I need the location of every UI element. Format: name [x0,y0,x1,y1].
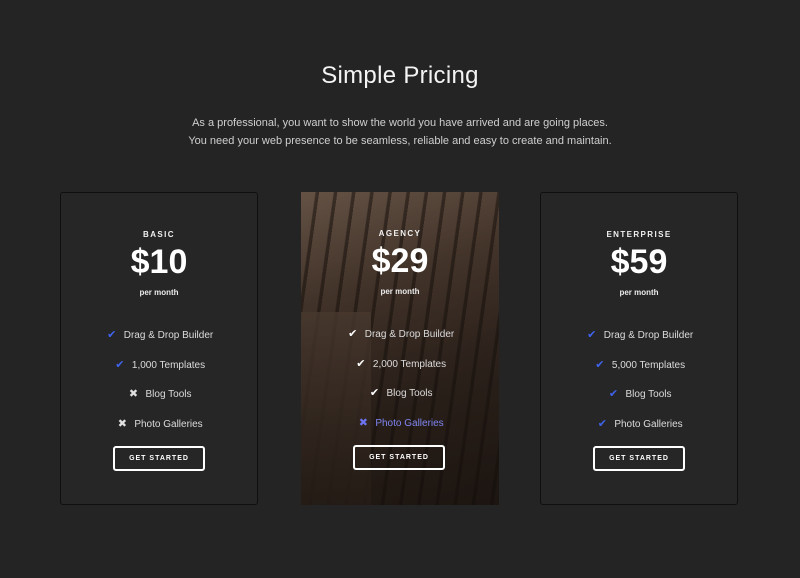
plan-price: $59 [610,243,668,281]
check-icon: ✔ [107,329,117,342]
check-icon: ✔ [356,357,366,370]
pricing-card-basic: BASIC $10 per month ✔ Drag & Drop Builde… [60,192,258,505]
feature-item: ✔ Blog Tools [301,379,499,409]
cross-icon: ✖ [358,416,368,429]
subtitle-line-2: You need your web presence to be seamles… [188,135,612,147]
feature-item: ✔ Drag & Drop Builder [61,321,257,351]
feature-list: ✔ Drag & Drop Builder ✔ 5,000 Templates … [541,321,737,439]
feature-item: ✖ Photo Galleries [301,409,499,439]
feature-label: Photo Galleries [614,418,683,430]
get-started-button-basic[interactable]: GET STARTED [113,446,205,471]
plan-period: per month [619,288,659,297]
check-icon: ✔ [348,328,358,341]
plan-price: $10 [130,243,188,281]
check-icon: ✔ [587,329,597,342]
feature-item: ✔ 1,000 Templates [61,351,257,381]
plan-name: ENTERPRISE [606,230,672,239]
plan-name: AGENCY [378,229,422,238]
check-icon: ✔ [608,388,619,401]
feature-list: ✔ Drag & Drop Builder ✔ 1,000 Templates … [61,321,257,439]
feature-list: ✔ Drag & Drop Builder ✔ 2,000 Templates … [301,320,499,438]
feature-label: 2,000 Templates [372,358,447,370]
feature-label: Drag & Drop Builder [603,330,694,342]
feature-label: Blog Tools [625,389,672,401]
check-icon: ✔ [597,417,607,430]
page-title: Simple Pricing [321,62,479,89]
get-started-button-enterprise[interactable]: GET STARTED [593,446,685,471]
cross-icon: ✖ [128,388,139,401]
plan-price: $29 [371,242,429,280]
feature-label: Photo Galleries [375,417,444,429]
feature-item: ✔ Blog Tools [541,380,737,410]
feature-item: ✖ Photo Galleries [61,410,257,440]
feature-label: 1,000 Templates [131,359,206,371]
plan-name: BASIC [143,230,175,239]
feature-item: ✔ 2,000 Templates [301,350,499,380]
feature-label: Blog Tools [386,388,433,400]
get-started-button-agency[interactable]: GET STARTED [353,445,445,470]
feature-item: ✔ Drag & Drop Builder [301,320,499,350]
feature-label: Blog Tools [145,389,192,401]
feature-label: Drag & Drop Builder [123,330,214,342]
feature-label: Photo Galleries [134,418,203,430]
feature-item: ✔ Photo Galleries [541,410,737,440]
plan-period: per month [380,287,420,296]
feature-label: 5,000 Templates [611,359,686,371]
feature-item: ✔ Drag & Drop Builder [541,321,737,351]
pricing-card-agency: AGENCY $29 per month ✔ Drag & Drop Build… [301,192,499,505]
pricing-card-enterprise: ENTERPRISE $59 per month ✔ Drag & Drop B… [540,192,738,505]
plan-period: per month [139,288,179,297]
check-icon: ✔ [595,358,605,371]
check-icon: ✔ [115,358,125,371]
subtitle-line-1: As a professional, you want to show the … [192,117,608,129]
feature-item: ✖ Blog Tools [61,380,257,410]
page-subtitle: As a professional, you want to show the … [0,114,800,150]
feature-item: ✔ 5,000 Templates [541,351,737,381]
cross-icon: ✖ [117,417,127,430]
check-icon: ✔ [369,387,380,400]
feature-label: Drag & Drop Builder [364,329,455,341]
